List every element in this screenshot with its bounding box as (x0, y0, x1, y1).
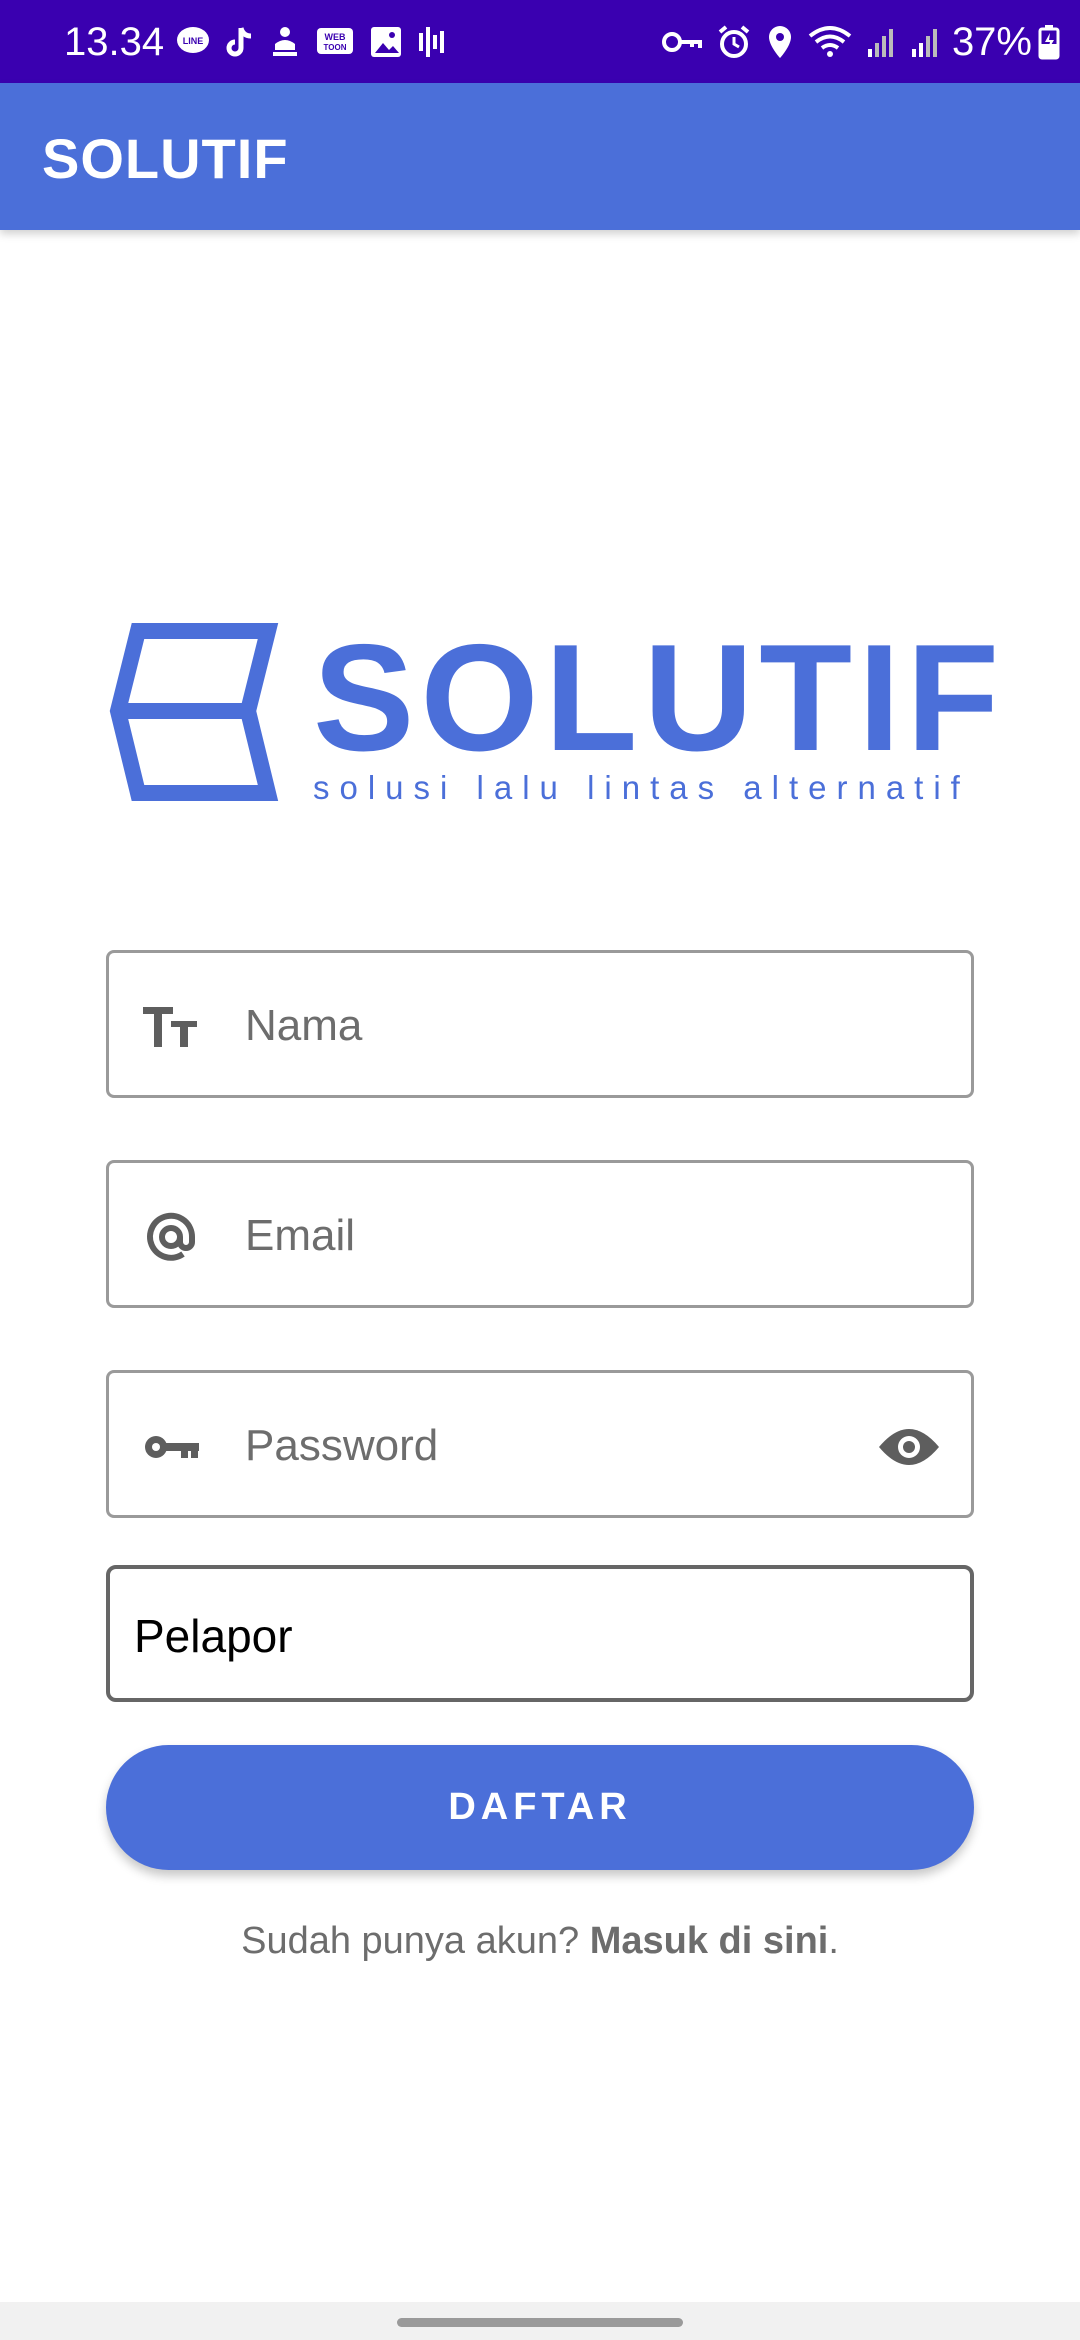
system-icons (662, 20, 940, 64)
key-icon (145, 1436, 199, 1458)
name-field[interactable]: Nama (106, 950, 974, 1098)
notification-icons: LINE WEB TOON (175, 22, 445, 62)
battery-indicator: 37% (952, 18, 1060, 66)
app-bar: SOLUTIF (0, 83, 1080, 230)
signal-icon (912, 29, 937, 57)
role-dropdown[interactable]: Pelapor (106, 1565, 974, 1702)
visibility-toggle-icon[interactable] (877, 1423, 941, 1471)
signal-icon (868, 29, 893, 57)
register-button-label: DAFTAR (448, 1786, 632, 1828)
line-icon: LINE (177, 27, 209, 53)
logo-wordmark: SOLUTIF (313, 613, 1006, 783)
logo-mark-icon (109, 623, 279, 801)
status-time: 13.34 (64, 20, 165, 64)
wifi-icon (808, 26, 852, 57)
svg-text:WEB: WEB (325, 32, 346, 42)
battery-percent: 37% (951, 20, 1032, 64)
vpn-key-icon (662, 32, 702, 52)
logo-tagline: solusi lalu lintas alternatif (313, 769, 970, 806)
gallery-icon (371, 27, 401, 57)
email-placeholder: Email (245, 1211, 356, 1260)
password-field[interactable]: Password (106, 1370, 974, 1518)
name-placeholder: Nama (245, 1001, 363, 1050)
location-icon (769, 26, 791, 58)
battery-charging-icon (1038, 25, 1060, 60)
svg-text:LINE: LINE (183, 36, 204, 46)
login-prompt: Sudah punya akun? Masuk di sini. (0, 1918, 1080, 1964)
register-button[interactable]: DAFTAR (106, 1745, 974, 1870)
audio-bars-icon (419, 27, 444, 57)
role-selected-value: Pelapor (134, 1610, 293, 1662)
navigation-bar (0, 2302, 1080, 2340)
password-placeholder: Password (245, 1421, 439, 1470)
status-bar: 13.34 LINE WEB TOON 37% (0, 0, 1080, 83)
tiktok-icon (226, 27, 252, 57)
login-link[interactable]: Masuk di sini (590, 1920, 829, 1962)
svg-text:TOON: TOON (324, 43, 347, 52)
home-gesture-handle[interactable] (397, 2318, 683, 2327)
email-field[interactable]: Email (106, 1160, 974, 1308)
login-prompt-suffix: . (828, 1920, 839, 1962)
app-title: SOLUTIF (42, 127, 289, 190)
at-sign-icon (147, 1212, 196, 1261)
login-prompt-text: Sudah punya akun? (241, 1920, 590, 1962)
text-fields-icon (143, 1007, 197, 1047)
alarm-icon (718, 25, 750, 58)
solutif-logo: SOLUTIF solusi lalu lintas alternatif (108, 618, 999, 818)
download-icon (273, 27, 297, 56)
webtoon-icon: WEBTOON (317, 28, 353, 54)
